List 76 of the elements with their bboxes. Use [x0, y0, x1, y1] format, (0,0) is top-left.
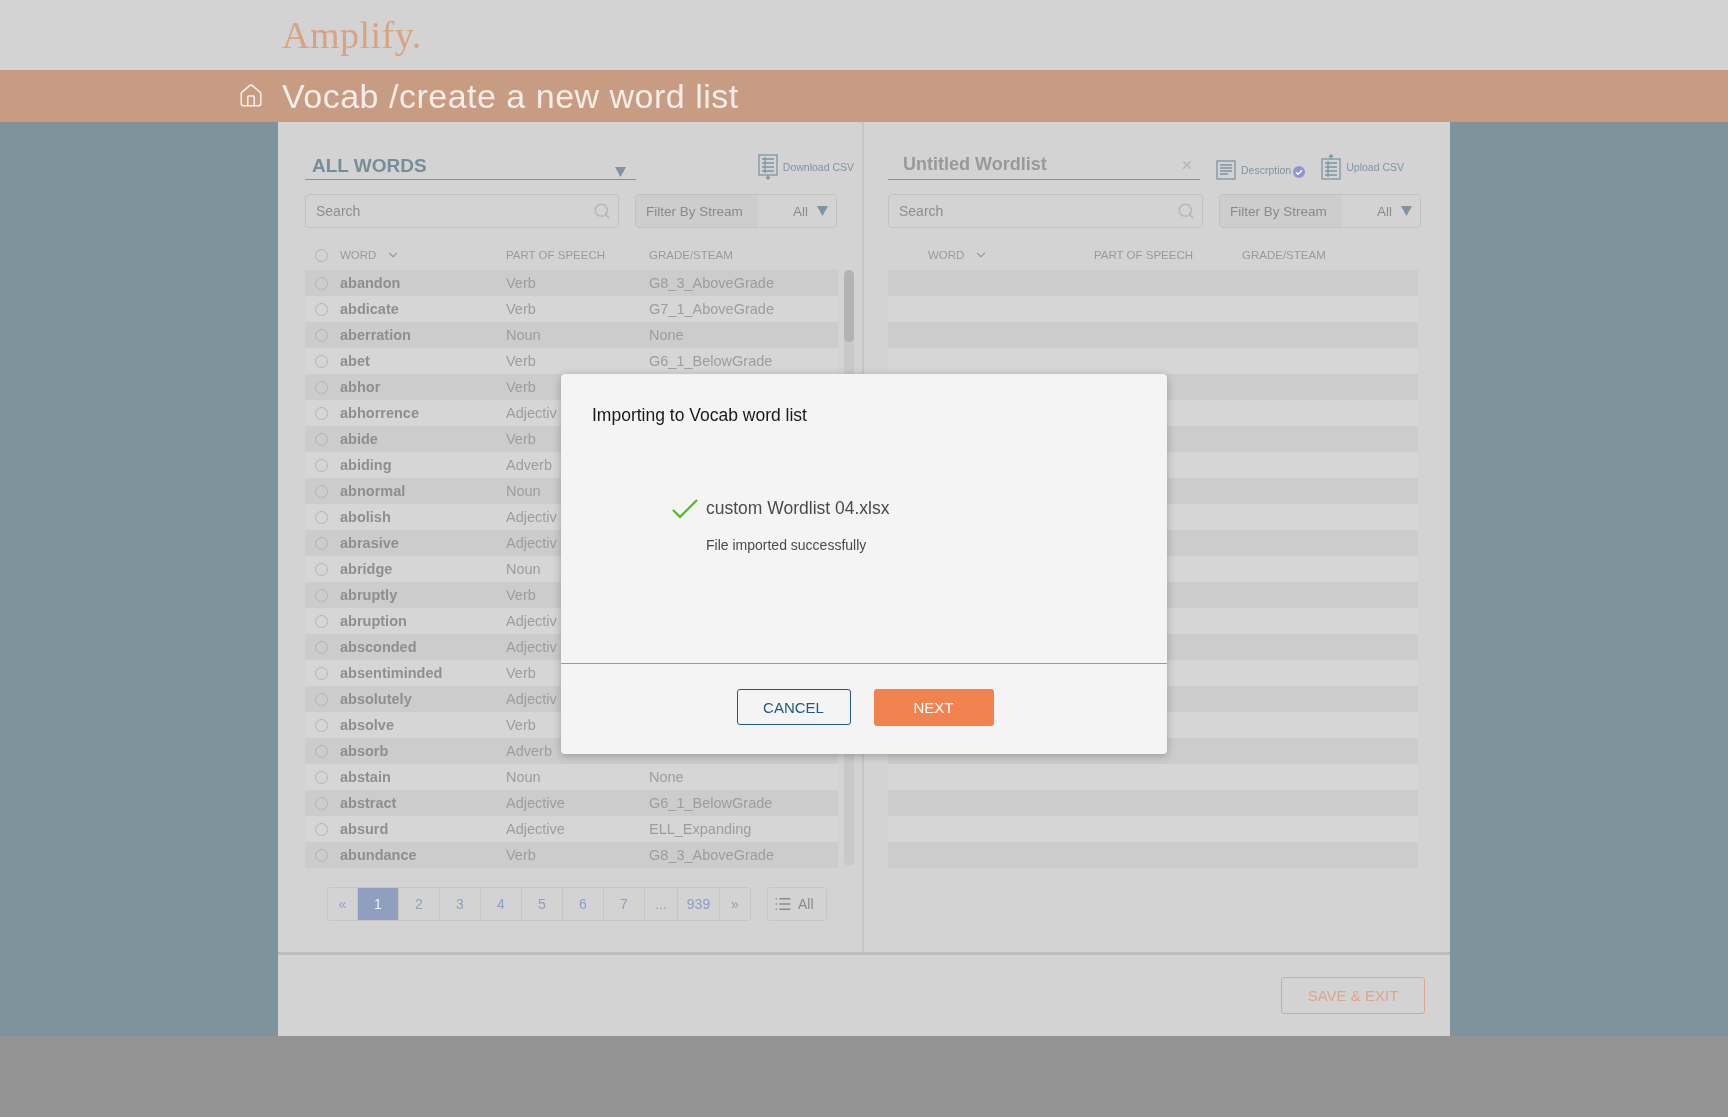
word-cell: abstract	[340, 795, 397, 811]
column-header[interactable]: WORD	[928, 249, 965, 261]
clear-icon[interactable]	[1180, 158, 1194, 172]
part-of-speech-cell: Adjective	[506, 821, 565, 837]
word-cell: abandon	[340, 275, 401, 291]
word-cell: abet	[340, 353, 370, 369]
word-cell: absorb	[340, 743, 389, 759]
part-of-speech-cell: Adjectiv	[506, 613, 557, 629]
grade-cell: ELL_Expanding	[649, 821, 752, 837]
document-icon	[1216, 160, 1236, 180]
check-badge-icon	[1293, 166, 1306, 178]
word-cell: absurd	[340, 821, 389, 837]
search-field[interactable]: Search	[305, 194, 619, 228]
grade-cell: G7_1_AboveGrade	[649, 301, 774, 317]
word-cell: abhor	[340, 379, 381, 395]
part-of-speech-cell: Verb	[506, 353, 536, 369]
filter-label: Filter By Stream	[636, 195, 758, 227]
list-icon	[774, 895, 792, 913]
word-cell: abridge	[340, 561, 393, 577]
caret-icon	[817, 206, 828, 216]
word-cell: abruptly	[340, 587, 398, 603]
word-cell: abruption	[340, 613, 407, 629]
word-cell: absolutely	[340, 691, 412, 707]
column-header: GRADE/STEAM	[1242, 249, 1327, 261]
column-header[interactable]: WORD	[340, 249, 377, 261]
part-of-speech-cell: Verb	[506, 665, 536, 681]
part-of-speech-cell: Adjectiv	[506, 509, 557, 525]
word-cell: absentiminded	[340, 665, 443, 681]
page-title: Vocab /create a new word list	[282, 76, 739, 116]
description-link[interactable]: Descrption	[1216, 160, 1292, 180]
wordlist-title-field[interactable]: Untitled Wordlist	[888, 152, 1200, 180]
word-cell: abolish	[340, 509, 391, 525]
word-cell: abhorrence	[340, 405, 419, 421]
word-cell: abnormal	[340, 483, 406, 499]
column-header: PART OF SPEECH	[1094, 249, 1195, 261]
search-icon	[1177, 202, 1195, 220]
word-cell: abide	[340, 431, 378, 447]
part-of-speech-cell: Verb	[506, 301, 536, 317]
word-cell: abrasive	[340, 535, 399, 551]
upload-icon	[1321, 154, 1342, 180]
word-list-dropdown[interactable]: ALL WORDS	[305, 152, 636, 180]
word-cell: abstain	[340, 769, 391, 785]
part-of-speech-cell: Verb	[506, 717, 536, 733]
logo[interactable]: Amplify.	[282, 13, 422, 57]
upload-csv-link[interactable]: Upload CSV	[1321, 154, 1404, 180]
status-message: File imported successfully	[706, 537, 867, 553]
word-cell: abdicate	[340, 301, 399, 317]
part-of-speech-cell: Noun	[506, 769, 541, 785]
word-cell: absolve	[340, 717, 394, 733]
caret-icon	[615, 167, 626, 177]
download-csv-link[interactable]: Download CSV	[757, 154, 854, 180]
caret-icon	[1401, 206, 1412, 216]
part-of-speech-cell: Adverb	[506, 457, 552, 473]
page-button[interactable]: 1	[358, 888, 399, 920]
home-icon[interactable]	[238, 83, 264, 109]
filter-label: Filter By Stream	[1220, 195, 1342, 227]
grade-cell: None	[649, 769, 684, 785]
word-cell: abundance	[340, 847, 417, 863]
word-cell: abiding	[340, 457, 392, 473]
column-header: GRADE/STEAM	[649, 249, 734, 261]
cancel-button[interactable]: CANCEL	[736, 689, 851, 725]
download-icon	[757, 154, 778, 180]
show-all-button[interactable]: All	[767, 887, 827, 921]
part-of-speech-cell: Noun	[506, 561, 541, 577]
search-field[interactable]: Search	[888, 194, 1203, 228]
part-of-speech-cell: Adjectiv	[506, 405, 557, 421]
word-cell: aberration	[340, 327, 411, 343]
next-button[interactable]: NEXT	[873, 688, 994, 726]
dialog-title: Importing to Vocab word list	[592, 405, 808, 426]
file-name: custom Wordlist 04.xlsx	[706, 498, 890, 519]
grade-cell: G6_1_BelowGrade	[649, 353, 773, 369]
search-icon	[593, 202, 611, 220]
word-cell: absconded	[340, 639, 417, 655]
column-header: PART OF SPEECH	[506, 249, 607, 261]
checkmark-icon	[672, 498, 698, 519]
save-and-exit-button[interactable]: SAVE & EXIT	[1281, 977, 1425, 1014]
